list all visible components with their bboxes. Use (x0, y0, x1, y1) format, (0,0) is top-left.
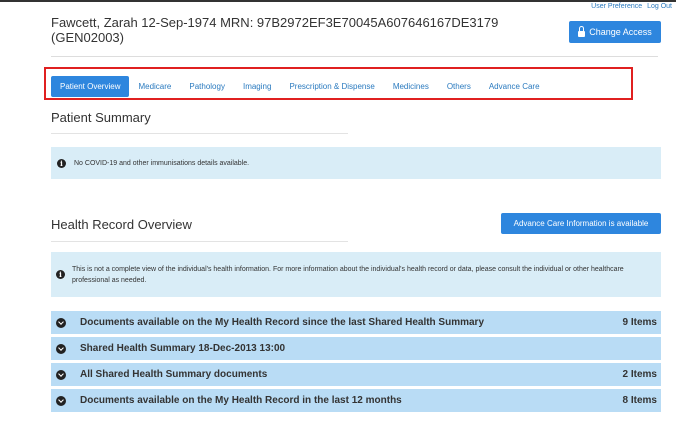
tab-pathology[interactable]: Pathology (180, 76, 234, 97)
user-preference-link[interactable]: User Preference (591, 3, 642, 10)
info-icon: i (57, 158, 66, 168)
tab-prescription-dispense[interactable]: Prescription & Dispense (280, 76, 383, 97)
record-rows: Documents available on the My Health Rec… (51, 311, 661, 415)
chevron-circle-icon (56, 343, 66, 354)
change-access-label: Change Access (589, 27, 652, 37)
patient-summary-title: Patient Summary (51, 110, 151, 125)
record-row-count: 8 Items (622, 395, 657, 406)
change-access-button[interactable]: Change Access (569, 21, 661, 43)
logout-link[interactable]: Log Out (647, 3, 672, 10)
tab-others[interactable]: Others (438, 76, 480, 97)
record-row-label: Shared Health Summary 18-Dec-2013 13:00 (80, 343, 286, 354)
tab-medicines[interactable]: Medicines (384, 76, 438, 97)
health-record-alert-text: This is not a complete view of the indiv… (72, 265, 624, 284)
immunisation-alert-text: No COVID-19 and other immunisations deta… (74, 159, 250, 167)
patient-name-heading: Fawcett, Zarah 12-Sep-1974 MRN: 97B2972E… (51, 15, 499, 45)
top-border (0, 0, 676, 2)
lock-icon (578, 26, 586, 37)
record-row-count: 2 Items (622, 369, 657, 380)
immunisation-alert: i No COVID-19 and other immunisations de… (51, 147, 661, 179)
chevron-circle-icon (56, 395, 66, 406)
health-record-divider (51, 241, 348, 242)
advance-care-info-button[interactable]: Advance Care Information is available (501, 213, 661, 234)
chevron-circle-icon (56, 317, 66, 328)
health-record-alert: i This is not a complete view of the ind… (51, 252, 661, 297)
tab-imaging[interactable]: Imaging (234, 76, 280, 97)
title-divider (51, 56, 658, 57)
tab-medicare[interactable]: Medicare (129, 76, 180, 97)
record-row[interactable]: Documents available on the My Health Rec… (51, 389, 661, 412)
tab-advance-care[interactable]: Advance Care (480, 76, 549, 97)
tab-patient-overview[interactable]: Patient Overview (51, 76, 130, 97)
record-row[interactable]: Shared Health Summary 18-Dec-2013 13:00 (51, 337, 661, 360)
top-links: User Preference Log Out (588, 3, 672, 10)
record-row[interactable]: Documents available on the My Health Rec… (51, 311, 661, 334)
record-row-label: All Shared Health Summary documents (80, 369, 268, 380)
tab-bar: Patient Overview Medicare Pathology Imag… (51, 76, 549, 97)
chevron-circle-icon (56, 369, 66, 380)
health-record-title: Health Record Overview (51, 217, 192, 232)
patient-summary-divider (51, 133, 348, 134)
record-row-label: Documents available on the My Health Rec… (80, 317, 485, 328)
record-row-count: 9 Items (622, 317, 657, 328)
info-icon: i (56, 270, 65, 279)
record-row-label: Documents available on the My Health Rec… (80, 395, 402, 406)
record-row[interactable]: All Shared Health Summary documents 2 It… (51, 363, 661, 386)
